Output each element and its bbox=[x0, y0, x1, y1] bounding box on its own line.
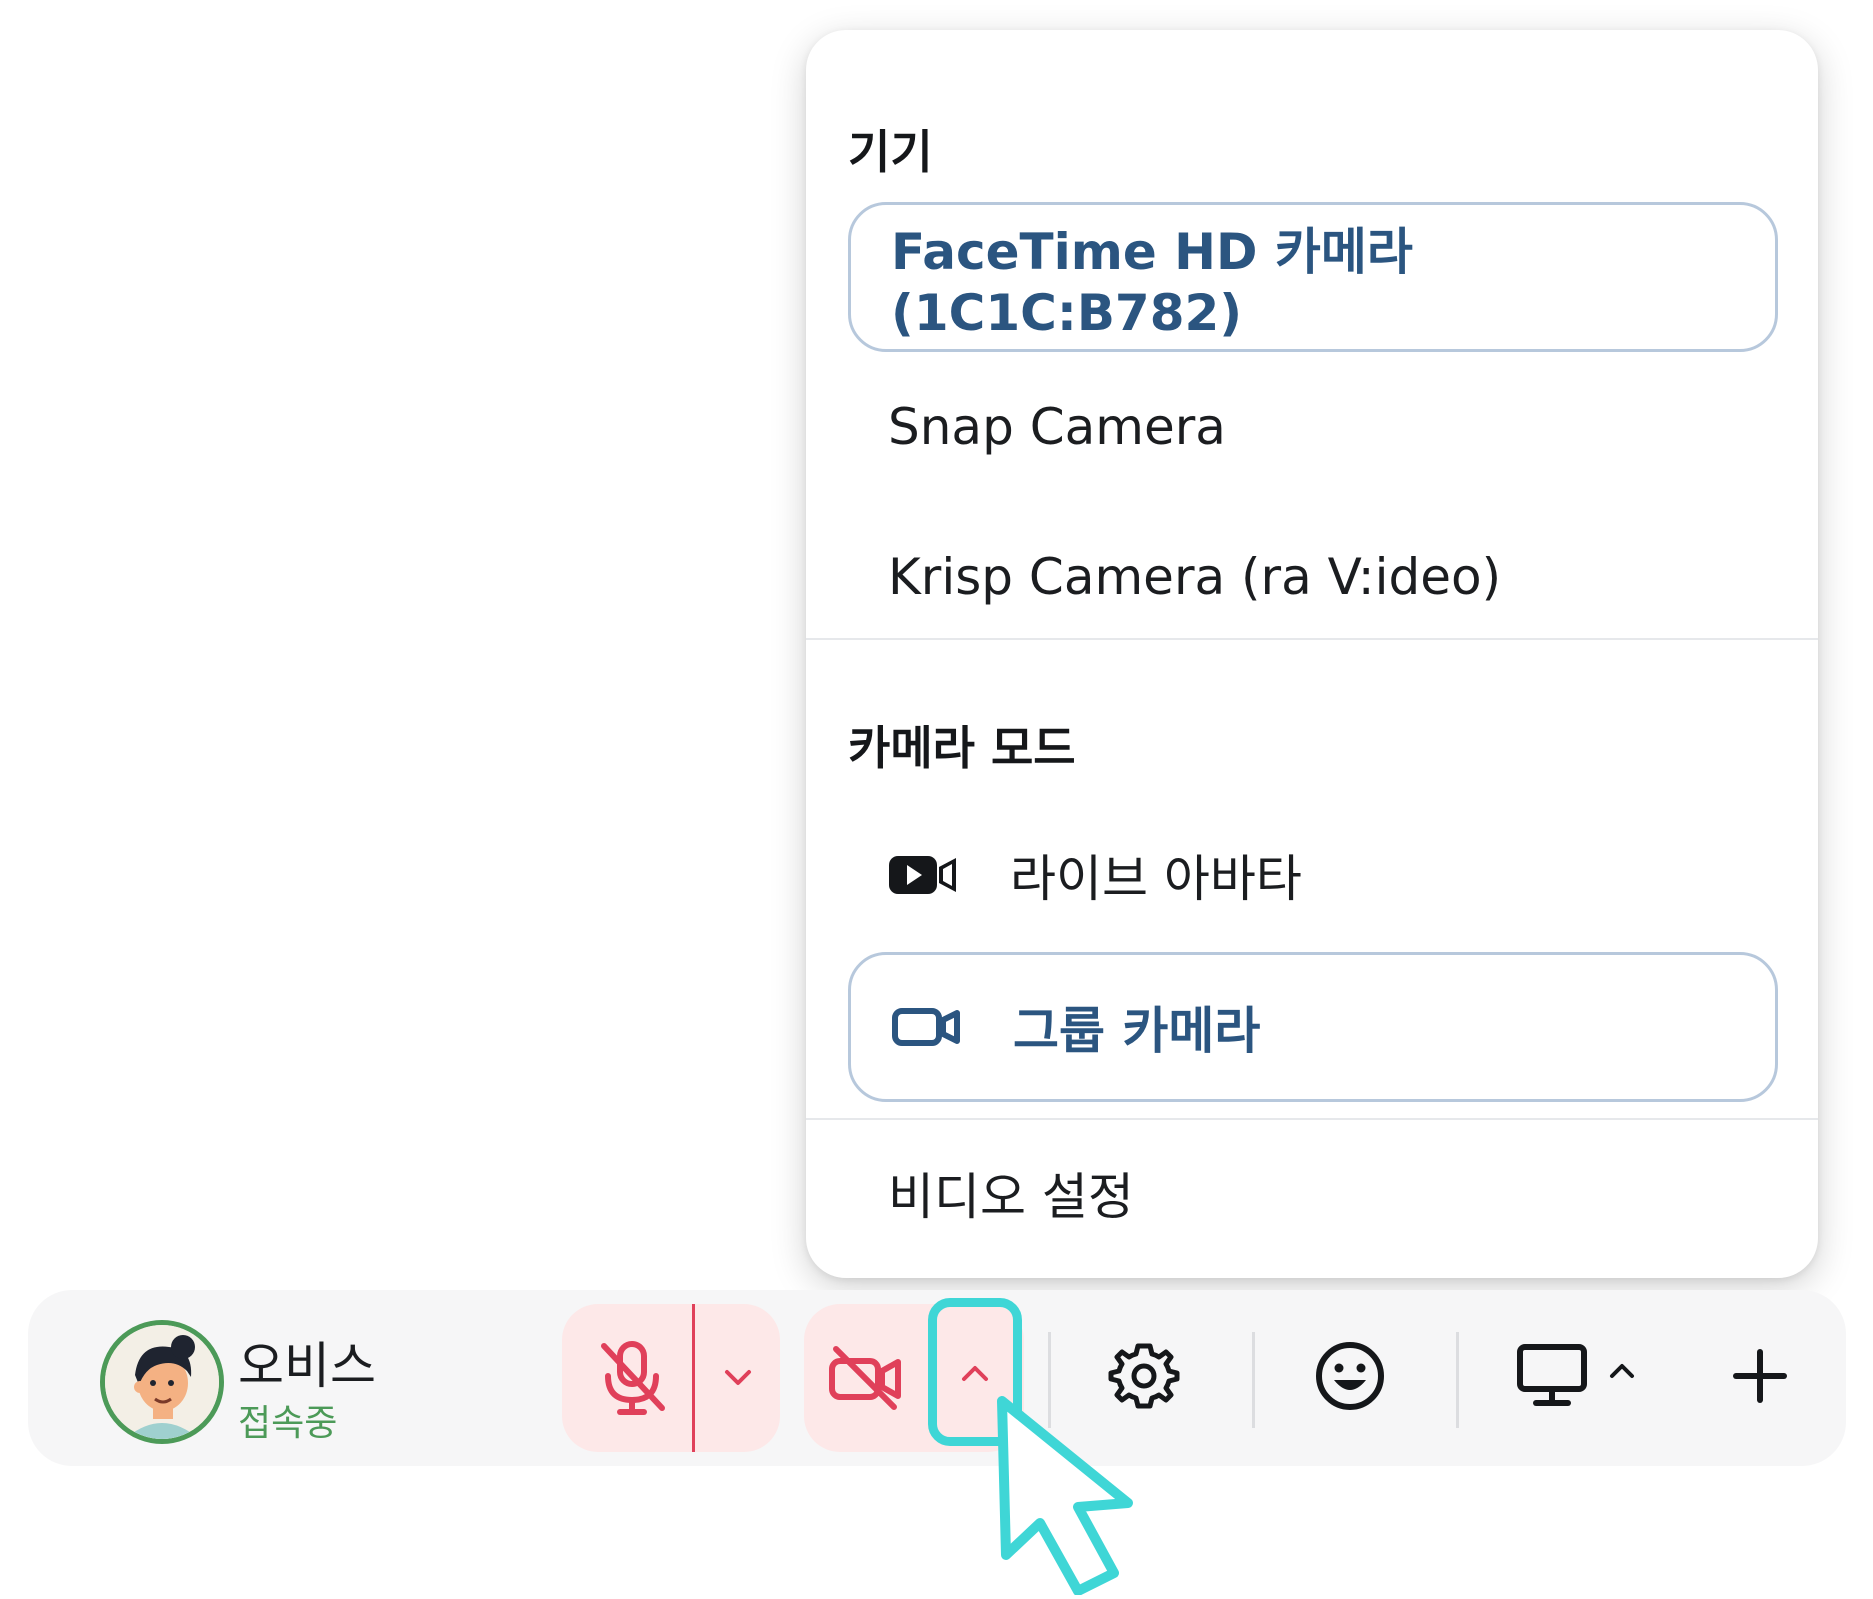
mode-option-label: 라이브 아바타 bbox=[1010, 850, 1302, 908]
device-option-snap-camera[interactable]: Snap Camera bbox=[848, 352, 1778, 502]
video-play-icon bbox=[888, 851, 960, 899]
mode-option-label: 그룹 카메라 bbox=[1013, 1002, 1261, 1060]
split-divider bbox=[692, 1304, 695, 1452]
toolbar-divider bbox=[1252, 1332, 1255, 1428]
plus-icon[interactable] bbox=[1720, 1336, 1800, 1416]
device-option-krisp-camera[interactable]: Krisp Camera (ra V:ideo) bbox=[848, 502, 1778, 652]
device-option-label: Snap Camera bbox=[888, 398, 1226, 456]
mode-option-live-avatar[interactable]: 라이브 아바타 bbox=[848, 800, 1778, 950]
mic-control-group bbox=[562, 1304, 780, 1452]
user-name: 오비스 bbox=[238, 1337, 376, 1395]
camera-device-menu: 기기 FaceTime HD 카메라 (1C1C:B782) Snap Came… bbox=[806, 30, 1818, 1278]
camera-off-icon bbox=[826, 1338, 906, 1418]
smile-icon[interactable] bbox=[1310, 1336, 1390, 1416]
camera-mode-section-title: 카메라 모드 bbox=[848, 721, 1076, 775]
mic-off-icon[interactable] bbox=[592, 1338, 672, 1418]
avatar[interactable] bbox=[100, 1320, 224, 1444]
device-option-label: Krisp Camera (ra V:ideo) bbox=[888, 548, 1502, 606]
chevron-up-icon[interactable] bbox=[1604, 1356, 1640, 1386]
device-option-label: FaceTime HD 카메라 (1C1C:B782) bbox=[891, 223, 1413, 342]
menu-divider bbox=[806, 638, 1818, 640]
device-option-facetime[interactable]: FaceTime HD 카메라 (1C1C:B782) bbox=[848, 202, 1778, 352]
mode-option-group-camera[interactable]: 그룹 카메라 bbox=[848, 952, 1778, 1102]
video-settings-item[interactable]: 비디오 설정 bbox=[848, 1118, 1778, 1268]
monitor-icon[interactable] bbox=[1512, 1336, 1592, 1416]
user-status: 접속중 bbox=[238, 1403, 338, 1444]
call-toolbar: 오비스 접속중 bbox=[28, 1290, 1846, 1466]
devices-section-title: 기기 bbox=[848, 125, 933, 179]
video-settings-label: 비디오 설정 bbox=[888, 1168, 1134, 1226]
video-camera-icon bbox=[891, 1003, 963, 1051]
pointer-cursor-icon bbox=[996, 1395, 1176, 1596]
toolbar-divider bbox=[1456, 1332, 1459, 1428]
chevron-down-icon[interactable] bbox=[700, 1348, 776, 1408]
